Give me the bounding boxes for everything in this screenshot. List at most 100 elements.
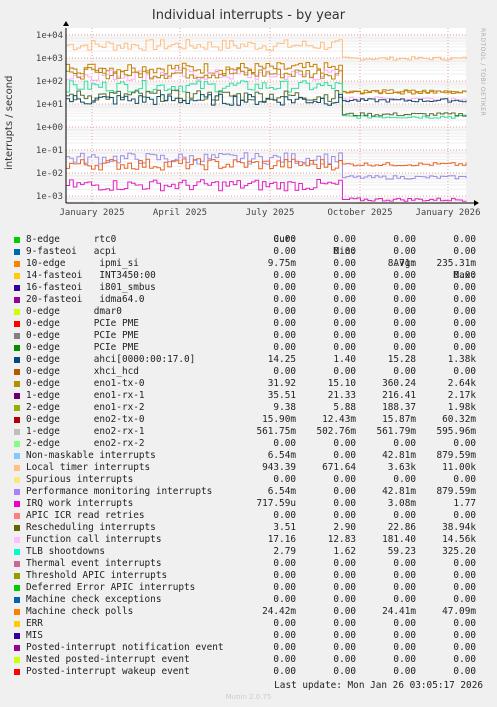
legend-swatch (14, 417, 20, 423)
legend-row: Threshold APIC interrupts 0.00 0.00 0.00 0.0… (12, 570, 492, 582)
legend-label: Machine check exceptions (26, 594, 162, 605)
legend-label: 16-fasteoi i801_smbus (26, 282, 156, 293)
legend-label: 0-edge PCIe PME (26, 318, 139, 329)
legend-swatch (14, 297, 20, 303)
legend-swatch (14, 321, 20, 327)
legend-max: 0.00 (453, 234, 476, 245)
legend-swatch (14, 273, 20, 279)
legend-swatch (14, 669, 20, 675)
legend-row: Thermal event interrupts 0.00 0.00 0.00 0.00 (12, 558, 492, 570)
legend-max: 1.38k (447, 354, 476, 365)
legend-swatch (14, 657, 20, 663)
legend-swatch (14, 561, 20, 567)
legend-max: 11.00k (442, 462, 476, 473)
legend-row: 8-edge rtc0 0.00 0.00 0.00 0.00 (12, 234, 492, 246)
legend-row: 0-edge PCIe PME 0.00 0.00 0.00 0.00 (12, 342, 492, 354)
legend-row: Posted-interrupt notification event 0.00 0… (12, 642, 492, 654)
legend-swatch (14, 597, 20, 603)
legend-row: 2-edge eno2-rx-2 0.00 0.00 0.00 0.00 (12, 438, 492, 450)
legend-swatch (14, 357, 20, 363)
legend-max: 0.00 (453, 570, 476, 581)
legend-max: 38.94k (442, 522, 476, 533)
legend-label: 0-edge eno2-tx-0 (26, 414, 145, 425)
legend-swatch (14, 465, 20, 471)
y-tick-label: 1e+04 (36, 31, 63, 41)
legend-label: 0-edge ahci[0000:00:17.0] (26, 354, 196, 365)
legend-max: 14.56k (442, 534, 476, 545)
legend-max: 0.00 (453, 306, 476, 317)
legend-row: Spurious interrupts 0.00 0.00 0.00 0.00 (12, 474, 492, 486)
legend-label: 0-edge xhci_hcd (26, 366, 139, 377)
legend-swatch (14, 405, 20, 411)
chart-plot: 1e+04 1e+03 1e+02 1e+01 1e+00 1e-01 1e-02 1e-03… (36, 21, 481, 218)
legend-row: Performance monitoring interrupts 6.54m 0.… (12, 486, 492, 498)
legend-header: Cur: Min: Avg: Max: (12, 222, 492, 281)
legend-row: Non-maskable interrupts 6.54m 0.00 42.81m 87… (12, 450, 492, 462)
legend-label: 20-fasteoi idma64.0 (26, 294, 145, 305)
legend-row: 0-edge eno2-tx-0 15.90m 12.43m 15.87m 60.32m (12, 414, 492, 426)
y-tick-label: 1e-01 (36, 146, 63, 156)
legend-swatch (14, 429, 20, 435)
legend-swatch (14, 645, 20, 651)
legend-row: IRQ work interrupts 717.59u 0.00 3.08m 1.77 (12, 498, 492, 510)
legend-max: 0.00 (453, 666, 476, 677)
legend-swatch (14, 549, 20, 555)
legend-max: 1.98k (447, 402, 476, 413)
legend-row: Deferred Error APIC interrupts 0.00 0.00 0.… (12, 582, 492, 594)
legend-label: Posted-interrupt notification event (26, 642, 224, 653)
legend-row: 10-edge ipmi_si 9.75m 0.00 8.71m 235.31m (12, 258, 492, 270)
legend-label: Local timer interrupts (26, 462, 151, 473)
legend-label: 0-edge PCIe PME (26, 330, 139, 341)
legend-row: TLB shootdowns 2.79 1.62 59.23 325.20 (12, 546, 492, 558)
legend-row: 0-edge ahci[0000:00:17.0] 14.25 1.40 15.28 1… (12, 354, 492, 366)
x-tick-label: January 2026 (415, 208, 480, 218)
legend-label: 2-edge eno2-rx-2 (26, 438, 145, 449)
legend-max: 0.00 (453, 630, 476, 641)
x-tick-label: October 2025 (327, 208, 392, 218)
legend-label: Rescheduling interrupts (26, 522, 156, 533)
legend-row: 20-fasteoi idma64.0 0.00 0.00 0.00 0.00 (12, 294, 492, 306)
legend-swatch (14, 393, 20, 399)
y-tick-label: 1e+02 (36, 77, 63, 87)
legend-row: MIS 0.00 0.00 0.00 0.00 (12, 630, 492, 642)
legend-swatch (14, 237, 20, 243)
legend-max: 1.77 (453, 498, 476, 509)
legend-label: 0-edge PCIe PME (26, 342, 139, 353)
legend-label: TLB shootdowns (26, 546, 106, 557)
y-tick-label: 1e-03 (36, 192, 63, 202)
legend-label: Non-maskable interrupts (26, 450, 156, 461)
legend-swatch (14, 573, 20, 579)
y-tick-label: 1e+01 (36, 100, 63, 110)
legend-row: 0-edge eno1-tx-0 31.92 15.10 360.24 2.64k (12, 378, 492, 390)
legend-max: 0.00 (453, 282, 476, 293)
legend-swatch (14, 489, 20, 495)
legend-label: Posted-interrupt wakeup event (26, 666, 190, 677)
legend-swatch (14, 585, 20, 591)
y-tick-label: 1e-02 (36, 169, 63, 179)
y-tick-label: 1e+03 (36, 54, 63, 64)
legend-max: 0.00 (453, 438, 476, 449)
legend-swatch (14, 513, 20, 519)
legend-label: MIS (26, 630, 43, 641)
legend-swatch (14, 633, 20, 639)
y-tick-label: 1e+00 (36, 123, 63, 133)
legend-row: 0-edge PCIe PME 0.00 0.00 0.00 0.00 (12, 330, 492, 342)
legend-swatch (14, 285, 20, 291)
legend-label: Threshold APIC interrupts (26, 570, 168, 581)
legend-label: 0-edge eno1-tx-0 (26, 378, 145, 389)
legend-row: 1-edge eno1-rx-1 35.51 21.33 216.41 2.17k (12, 390, 492, 402)
x-axis-arrow (474, 200, 479, 206)
legend-max: 595.96m (436, 426, 476, 437)
legend-max: 0.00 (453, 318, 476, 329)
legend-swatch (14, 477, 20, 483)
legend-max: 879.59m (436, 486, 476, 497)
x-tick-label: July 2025 (246, 208, 295, 218)
legend-label: APIC ICR read retries (26, 510, 145, 521)
legend-row: 14-fasteoi INT3450:00 0.00 0.00 0.00 0.00 (12, 270, 492, 282)
legend-label: Function call interrupts (26, 534, 162, 545)
last-update: Last update: Mon Jan 26 03:05:17 2026 (274, 680, 483, 691)
legend-swatch (14, 501, 20, 507)
legend-row: Nested posted-interrupt event 0.00 0.00 0.0… (12, 654, 492, 666)
legend-swatch (14, 369, 20, 375)
legend-swatch (14, 609, 20, 615)
